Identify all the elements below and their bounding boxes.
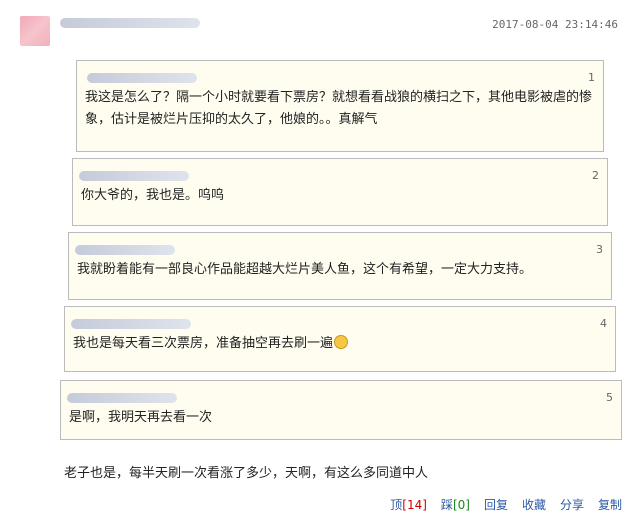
quote-floor-1: 1 我这是怎么了？隔一个小时就要看下票房？就想看看战狼的横扫之下，其他电影被虐的…: [76, 60, 604, 152]
quote-username-blurred[interactable]: [71, 319, 191, 329]
quote-text: 你大爷的，我也是。呜呜: [81, 188, 225, 203]
downvote-button[interactable]: 踩[0]: [441, 496, 470, 513]
quote-text: 是啊，我明天再去看一次: [69, 410, 213, 425]
downvote-label: 踩: [440, 498, 453, 512]
floor-number: 2: [592, 169, 599, 182]
quote-floor-5: 5 是啊，我明天再去看一次: [60, 380, 622, 440]
post-actions: 顶[14] 踩[0] 回复 收藏 分享 复制: [390, 496, 622, 513]
quote-floor-3: 3 我就盼着能有一部良心作品能超越大烂片美人鱼，这个有希望，一定大力支持。: [68, 232, 612, 300]
copy-button[interactable]: 复制: [598, 496, 622, 513]
quote-text-content: 我也是每天看三次票房，准备抽空再去刷一遍: [73, 336, 334, 351]
username-blurred[interactable]: [60, 18, 200, 28]
quote-text-line-1: 我这是怎么了？隔一个小时就要看下票房？就想看看战狼的横扫之下，其他电影被虐的惨: [85, 90, 593, 105]
quote-username-blurred[interactable]: [67, 393, 177, 403]
crying-emoji-icon: [334, 335, 349, 349]
floor-number: 1: [588, 71, 595, 84]
share-button[interactable]: 分享: [560, 496, 584, 513]
post-timestamp: 2017-08-04 23:14:46: [492, 18, 618, 31]
upvote-label: 顶: [390, 498, 403, 512]
quote-username-blurred[interactable]: [87, 73, 197, 83]
quote-text: 我也是每天看三次票房，准备抽空再去刷一遍: [73, 333, 349, 355]
quote-text-line-2: 象，估计是被烂片压抑的太久了，他娘的。。真解气: [85, 112, 378, 127]
quote-username-blurred[interactable]: [79, 171, 189, 181]
favorite-button[interactable]: 收藏: [522, 496, 546, 513]
floor-number: 5: [606, 391, 613, 404]
reply-text: 老子也是，每半天刷一次看涨了多少，天啊，有这么多同道中人: [64, 466, 429, 481]
floor-number: 3: [596, 243, 603, 256]
upvote-button[interactable]: 顶[14]: [390, 496, 427, 513]
floor-number: 4: [600, 317, 607, 330]
quote-text: 我这是怎么了？隔一个小时就要看下票房？就想看看战狼的横扫之下，其他电影被虐的惨 …: [85, 87, 597, 131]
quote-floor-2: 2 你大爷的，我也是。呜呜: [72, 158, 608, 226]
quote-floor-4: 4 我也是每天看三次票房，准备抽空再去刷一遍: [64, 306, 616, 372]
quote-text: 我就盼着能有一部良心作品能超越大烂片美人鱼，这个有希望，一定大力支持。: [77, 262, 533, 277]
quote-username-blurred[interactable]: [75, 245, 175, 255]
downvote-count: [0]: [452, 498, 470, 512]
upvote-count: [14]: [402, 498, 427, 512]
reply-button[interactable]: 回复: [484, 496, 508, 513]
avatar[interactable]: [20, 16, 50, 46]
